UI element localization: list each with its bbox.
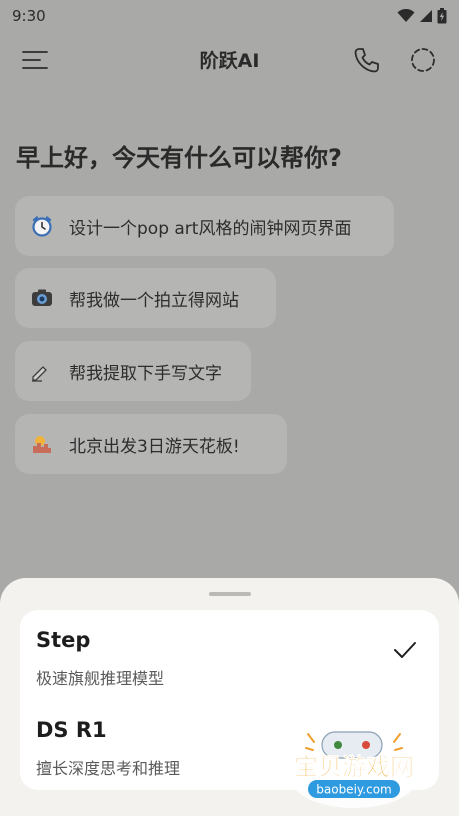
- alarm-clock-icon: [29, 213, 55, 239]
- suggestion-chip-handwriting[interactable]: 帮我提取下手写文字: [15, 341, 251, 401]
- phone-icon[interactable]: [352, 45, 382, 75]
- status-time: 9:30: [12, 7, 46, 25]
- new-chat-icon[interactable]: [408, 45, 438, 75]
- wifi-icon: [397, 9, 415, 22]
- suggestion-label: 帮我做一个拍立得网站: [69, 290, 239, 311]
- suggestion-label: 北京出发3日游天花板!: [69, 436, 240, 457]
- svg-text:baobeiy.com: baobeiy.com: [316, 783, 391, 797]
- suggestion-chip-camera[interactable]: 帮我做一个拍立得网站: [15, 268, 276, 328]
- model-description: 极速旗舰推理模型: [36, 669, 165, 688]
- sheet-drag-handle[interactable]: [209, 592, 251, 596]
- model-option-step[interactable]: Step 极速旗舰推理模型: [36, 628, 423, 708]
- model-description: 擅长深度思考和推理: [36, 759, 181, 778]
- app-title: 阶跃AI: [199, 50, 260, 72]
- svg-text:宝贝游戏网: 宝贝游戏网: [294, 753, 414, 781]
- model-name: Step: [36, 628, 91, 652]
- status-icons: [397, 8, 447, 24]
- app-header: 阶跃AI: [0, 36, 459, 84]
- battery-icon: [437, 8, 447, 24]
- checkmark-icon: [394, 642, 416, 658]
- status-bar: 9:30: [0, 0, 459, 32]
- suggestion-label: 设计一个pop art风格的闹钟网页界面: [69, 218, 352, 239]
- suggestion-chip-alarm[interactable]: 设计一个pop art风格的闹钟网页界面: [15, 196, 394, 256]
- suggestion-label: 帮我提取下手写文字: [69, 363, 222, 384]
- greeting-heading: 早上好，今天有什么可以帮你?: [16, 144, 342, 172]
- signal-icon: [420, 10, 432, 22]
- suggestion-chip-travel[interactable]: 北京出发3日游天花板!: [15, 414, 287, 474]
- model-name: DS R1: [36, 718, 107, 742]
- writing-hand-icon: [29, 358, 55, 384]
- cityscape-icon: [29, 431, 55, 457]
- watermark-logo: 宝贝游戏网 baobeiy.com: [292, 731, 416, 808]
- camera-icon: [29, 285, 55, 311]
